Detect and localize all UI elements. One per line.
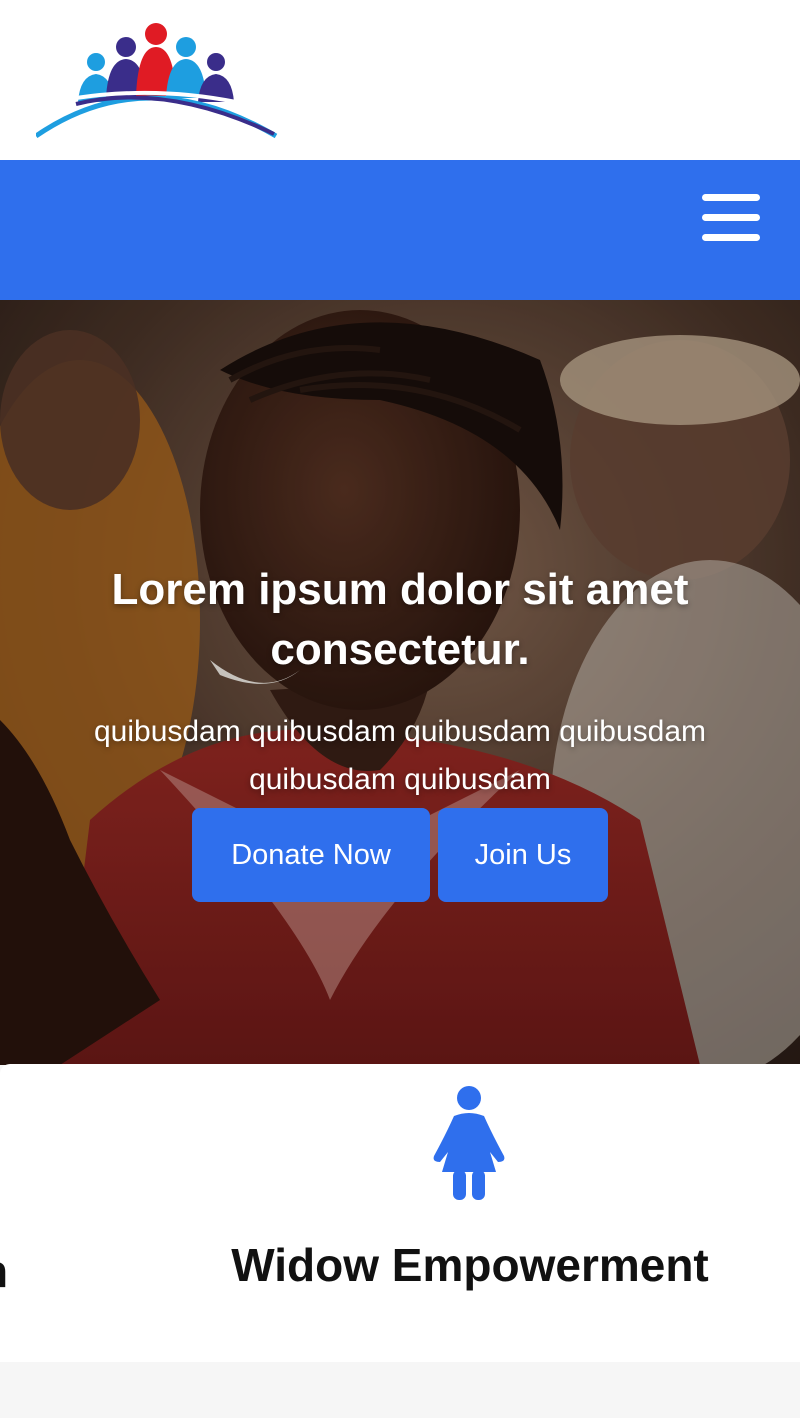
site-header [0,0,800,160]
hero-title: Lorem ipsum dolor sit amet consectetur. [111,565,689,674]
menu-bar [702,214,760,221]
menu-bar [702,194,760,201]
widow-empowerment-title[interactable]: Widow Empowerment [200,1238,740,1292]
hamburger-menu-icon[interactable] [702,194,762,246]
hero-overlay [0,300,800,1065]
section-divider [0,1362,800,1418]
programs-carousel: h [0,1064,800,1362]
main-navbar [0,160,800,300]
hero-section: Lorem ipsum dolor sit amet consectetur. … [0,300,800,1065]
previous-card-title: h [0,1244,8,1298]
woman-icon [433,1086,505,1200]
donate-now-button[interactable]: Donate Now [192,808,430,902]
logo-icon[interactable] [36,20,278,140]
hero-subtitle: quibusdam quibusdam quibusdam quibusdam … [93,715,707,796]
join-us-button[interactable]: Join Us [438,808,608,902]
menu-bar [702,234,760,241]
